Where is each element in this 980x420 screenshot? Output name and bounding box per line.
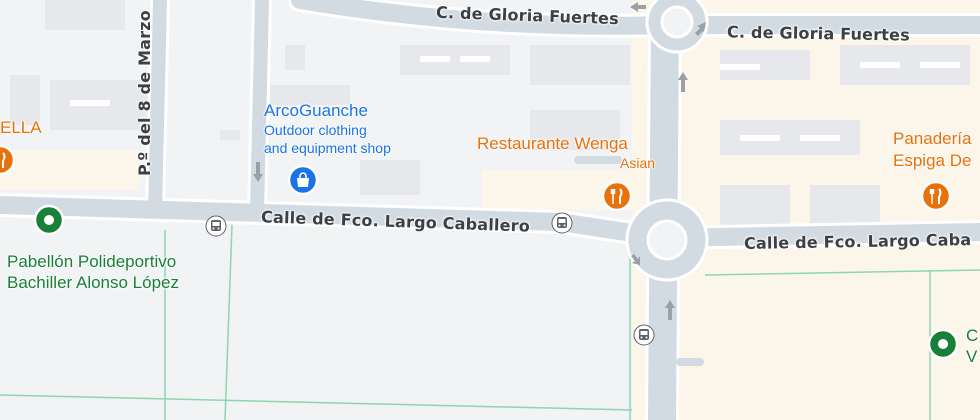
poi-pabellon-name[interactable]: Pabellón Polideportivo xyxy=(7,253,176,270)
street-label-largo-caballero-right: Calle de Fco. Largo Caba xyxy=(743,230,972,253)
poi-panaderia-name[interactable]: Panadería xyxy=(893,130,971,147)
bus-stop-icon[interactable] xyxy=(551,212,573,234)
poi-restaurante-wenga-name[interactable]: Restaurante Wenga xyxy=(477,135,628,152)
park-icon[interactable] xyxy=(926,327,960,361)
street-label-gloria-fuertes-right: C. de Gloria Fuertes xyxy=(726,22,911,45)
poi-restaurante-wenga-category: Asian xyxy=(620,155,656,171)
street-label-8-de-marzo: P.º del 8 de Marzo xyxy=(134,10,154,176)
poi-right-edge-name[interactable]: V xyxy=(966,348,977,365)
poi-arcoguanche-category: and equipment shop xyxy=(264,140,391,156)
poi-pabellon-name[interactable]: Bachiller Alonso López xyxy=(7,274,179,291)
poi-right-edge-name[interactable]: C xyxy=(966,327,978,344)
poi-arcoguanche-category: Outdoor clothing xyxy=(264,122,367,138)
poi-panaderia-name[interactable]: Espiga De xyxy=(893,152,971,169)
bus-stop-icon[interactable] xyxy=(205,215,227,237)
fork-knife-icon[interactable] xyxy=(0,143,17,177)
fork-knife-icon[interactable] xyxy=(919,179,953,213)
poi-ella-name[interactable]: ELLA xyxy=(0,119,42,136)
shopping-bag-icon[interactable] xyxy=(286,163,320,197)
fork-knife-icon[interactable] xyxy=(600,179,634,213)
park-icon[interactable] xyxy=(32,203,66,237)
poi-arcoguanche-name[interactable]: ArcoGuanche xyxy=(264,102,368,119)
bus-stop-icon[interactable] xyxy=(633,324,655,346)
beige-area-left xyxy=(0,150,140,190)
